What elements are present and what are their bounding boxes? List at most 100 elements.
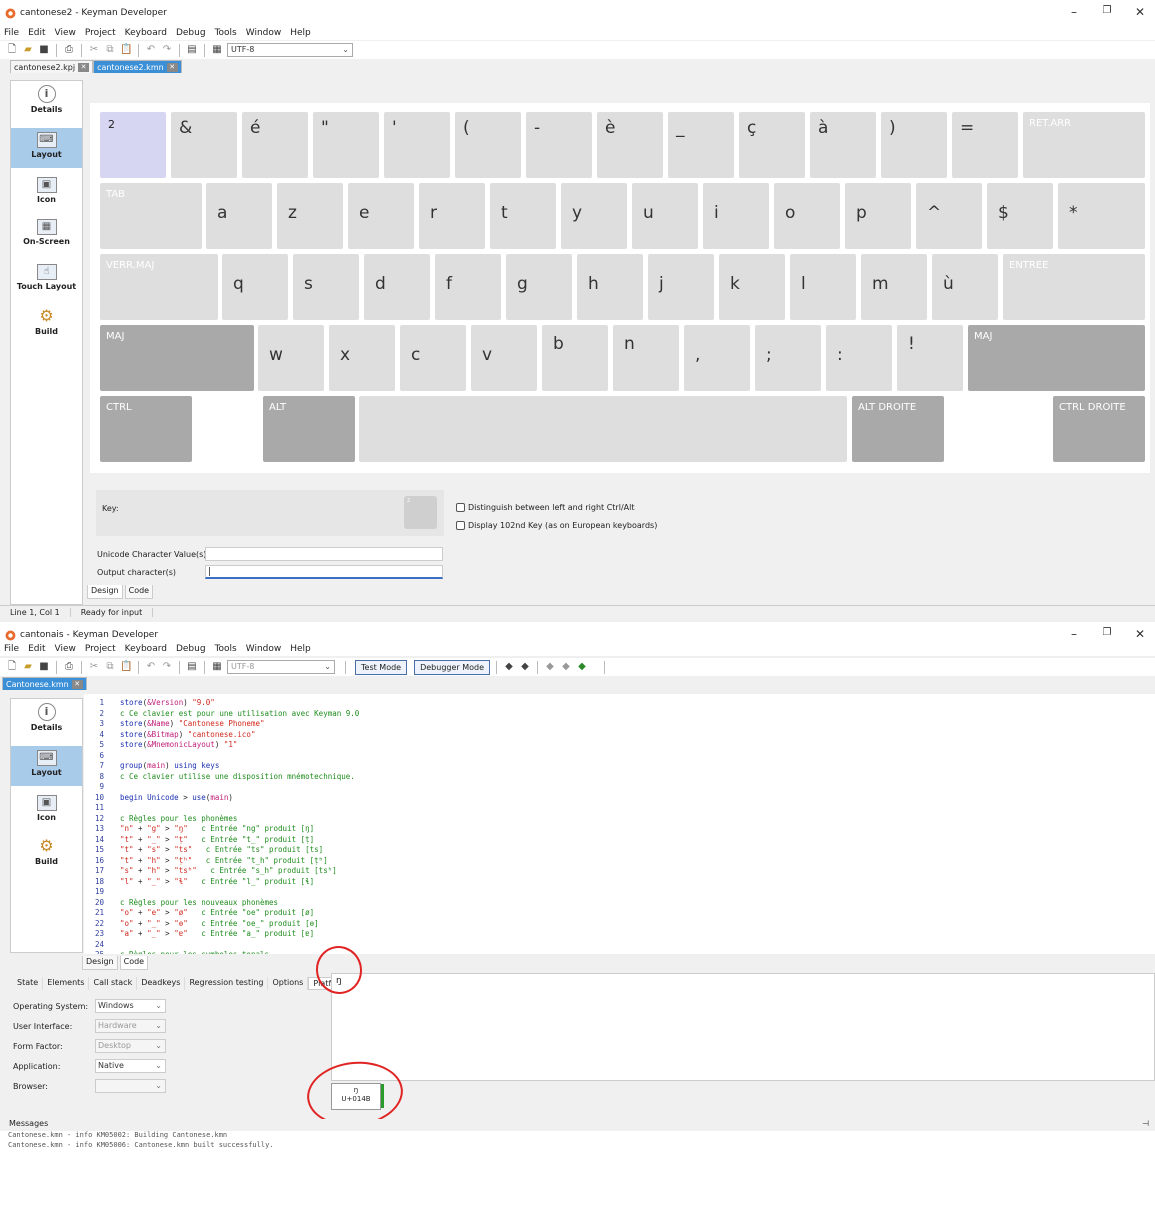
save-icon[interactable]: ■ — [38, 661, 50, 673]
sidebar-item-icon[interactable]: ▣ Icon — [11, 795, 82, 835]
key[interactable]: m — [861, 254, 927, 320]
key[interactable]: q — [222, 254, 288, 320]
menu-help[interactable]: Help — [290, 644, 311, 654]
close-icon[interactable]: ✕ — [1130, 627, 1150, 641]
tab-cantonese2-kmn[interactable]: cantonese2.kmn ✕ — [93, 60, 182, 73]
distinguish-ctrl-alt-checkbox[interactable]: Distinguish between left and right Ctrl/… — [456, 498, 657, 516]
menu-file[interactable]: File — [4, 28, 19, 38]
redo-icon[interactable]: ↷ — [161, 661, 173, 673]
tab-elements[interactable]: Elements — [43, 977, 90, 990]
minimize-icon[interactable]: – — [1064, 627, 1084, 641]
redo-icon[interactable]: ↷ — [161, 44, 173, 56]
key[interactable]: : — [826, 325, 892, 391]
tab-design[interactable]: Design — [87, 585, 123, 599]
print-icon[interactable]: ⎙ — [63, 44, 75, 56]
key[interactable]: j — [648, 254, 714, 320]
key[interactable]: ç — [739, 112, 805, 178]
step-into-icon[interactable]: ◆ — [544, 661, 556, 673]
step-icon[interactable]: ◆ — [519, 661, 531, 673]
find-icon[interactable]: ▤ — [186, 661, 198, 673]
user-interface-select[interactable]: Hardware ⌄ — [95, 1019, 166, 1033]
sidebar-item-details[interactable]: i Details — [11, 703, 82, 743]
find-icon[interactable]: ▤ — [186, 44, 198, 56]
menu-edit[interactable]: Edit — [28, 28, 45, 38]
tab-design[interactable]: Design — [82, 956, 118, 970]
open-folder-icon[interactable]: ▰ — [22, 661, 34, 673]
encoding-select[interactable]: UTF-8 ⌄ — [227, 43, 353, 57]
menu-help[interactable]: Help — [290, 28, 311, 38]
key-left-ctrl[interactable]: CTRL — [100, 396, 192, 462]
key-tab[interactable]: TAB — [100, 183, 202, 249]
sidebar-item-touch-layout[interactable]: ☝ Touch Layout — [11, 264, 82, 304]
print-icon[interactable]: ⎙ — [63, 661, 75, 673]
tab-options[interactable]: Options — [268, 977, 309, 990]
sidebar-item-on-screen[interactable]: ▦ On-Screen — [11, 219, 82, 259]
tab-regression-testing[interactable]: Regression testing — [185, 977, 269, 990]
key[interactable]: ; — [755, 325, 821, 391]
close-icon[interactable]: ✕ — [1130, 5, 1150, 19]
encoding-select[interactable]: UTF-8 ⌄ — [227, 660, 335, 674]
key[interactable]: u — [632, 183, 698, 249]
character-map-icon[interactable]: ▦ — [211, 44, 223, 56]
character-map-icon[interactable]: ▦ — [211, 661, 223, 673]
key[interactable]: " — [313, 112, 379, 178]
key[interactable]: o — [774, 183, 840, 249]
key[interactable]: t — [490, 183, 556, 249]
menu-view[interactable]: View — [55, 644, 76, 654]
key[interactable]: a — [206, 183, 272, 249]
key-2[interactable]: 2 — [100, 112, 166, 178]
paste-icon[interactable]: 📋 — [120, 44, 132, 56]
key[interactable]: y — [561, 183, 627, 249]
key[interactable]: ^ — [916, 183, 982, 249]
open-folder-icon[interactable]: ▰ — [22, 44, 34, 56]
paste-icon[interactable]: 📋 — [120, 661, 132, 673]
menu-file[interactable]: File — [4, 644, 19, 654]
menu-debug[interactable]: Debug — [176, 28, 206, 38]
key-enter[interactable]: ENTREE — [1003, 254, 1145, 320]
key[interactable]: $ — [987, 183, 1053, 249]
tab-call-stack[interactable]: Call stack — [89, 977, 138, 990]
cut-icon[interactable]: ✂ — [88, 661, 100, 673]
sidebar-item-layout[interactable]: ⌨ Layout — [11, 128, 82, 168]
code-editor[interactable]: 1 store(&Version) "9.0" 2 c Ce clavier est … — [84, 694, 1155, 954]
key[interactable]: ' — [384, 112, 450, 178]
tab-code[interactable]: Code — [119, 956, 149, 970]
key[interactable]: x — [329, 325, 395, 391]
copy-icon[interactable]: ⧉ — [104, 661, 116, 673]
sidebar-item-icon[interactable]: ▣ Icon — [11, 177, 82, 217]
minimize-icon[interactable]: – — [1064, 5, 1084, 19]
tab-cantonese2-kpj[interactable]: cantonese2.kpj ✕ — [10, 60, 94, 73]
key[interactable]: h — [577, 254, 643, 320]
key[interactable]: p — [845, 183, 911, 249]
key[interactable]: z — [277, 183, 343, 249]
menu-window[interactable]: Window — [246, 644, 282, 654]
key[interactable]: , — [684, 325, 750, 391]
tab-state[interactable]: State — [13, 977, 44, 990]
restore-icon[interactable]: ❐ — [1097, 627, 1117, 638]
sidebar-item-layout[interactable]: ⌨ Layout — [11, 746, 82, 786]
key[interactable]: * — [1058, 183, 1145, 249]
key[interactable]: w — [258, 325, 324, 391]
key[interactable]: ù — [932, 254, 998, 320]
unicode-value-field[interactable] — [205, 547, 443, 561]
key[interactable]: d — [364, 254, 430, 320]
application-select[interactable]: Native ⌄ — [95, 1059, 166, 1073]
menu-debug[interactable]: Debug — [176, 644, 206, 654]
key[interactable]: - — [526, 112, 592, 178]
key[interactable]: & — [171, 112, 237, 178]
menu-window[interactable]: Window — [246, 28, 282, 38]
key[interactable]: à — [810, 112, 876, 178]
key-backspace[interactable]: RET.ARR — [1023, 112, 1145, 178]
menu-tools[interactable]: Tools — [215, 28, 237, 38]
key-space[interactable] — [359, 396, 847, 462]
restore-icon[interactable]: ❐ — [1097, 5, 1117, 16]
checkbox[interactable] — [456, 520, 465, 530]
key[interactable]: b — [542, 325, 608, 391]
tab-cantonese-kmn[interactable]: Cantonese.kmn ✕ — [2, 677, 87, 690]
menu-keyboard[interactable]: Keyboard — [125, 644, 167, 654]
key[interactable]: é — [242, 112, 308, 178]
tab-code[interactable]: Code — [124, 585, 154, 599]
key[interactable]: _ — [668, 112, 734, 178]
sidebar-item-build[interactable]: ⚙ Build — [11, 308, 82, 349]
cut-icon[interactable]: ✂ — [88, 44, 100, 56]
